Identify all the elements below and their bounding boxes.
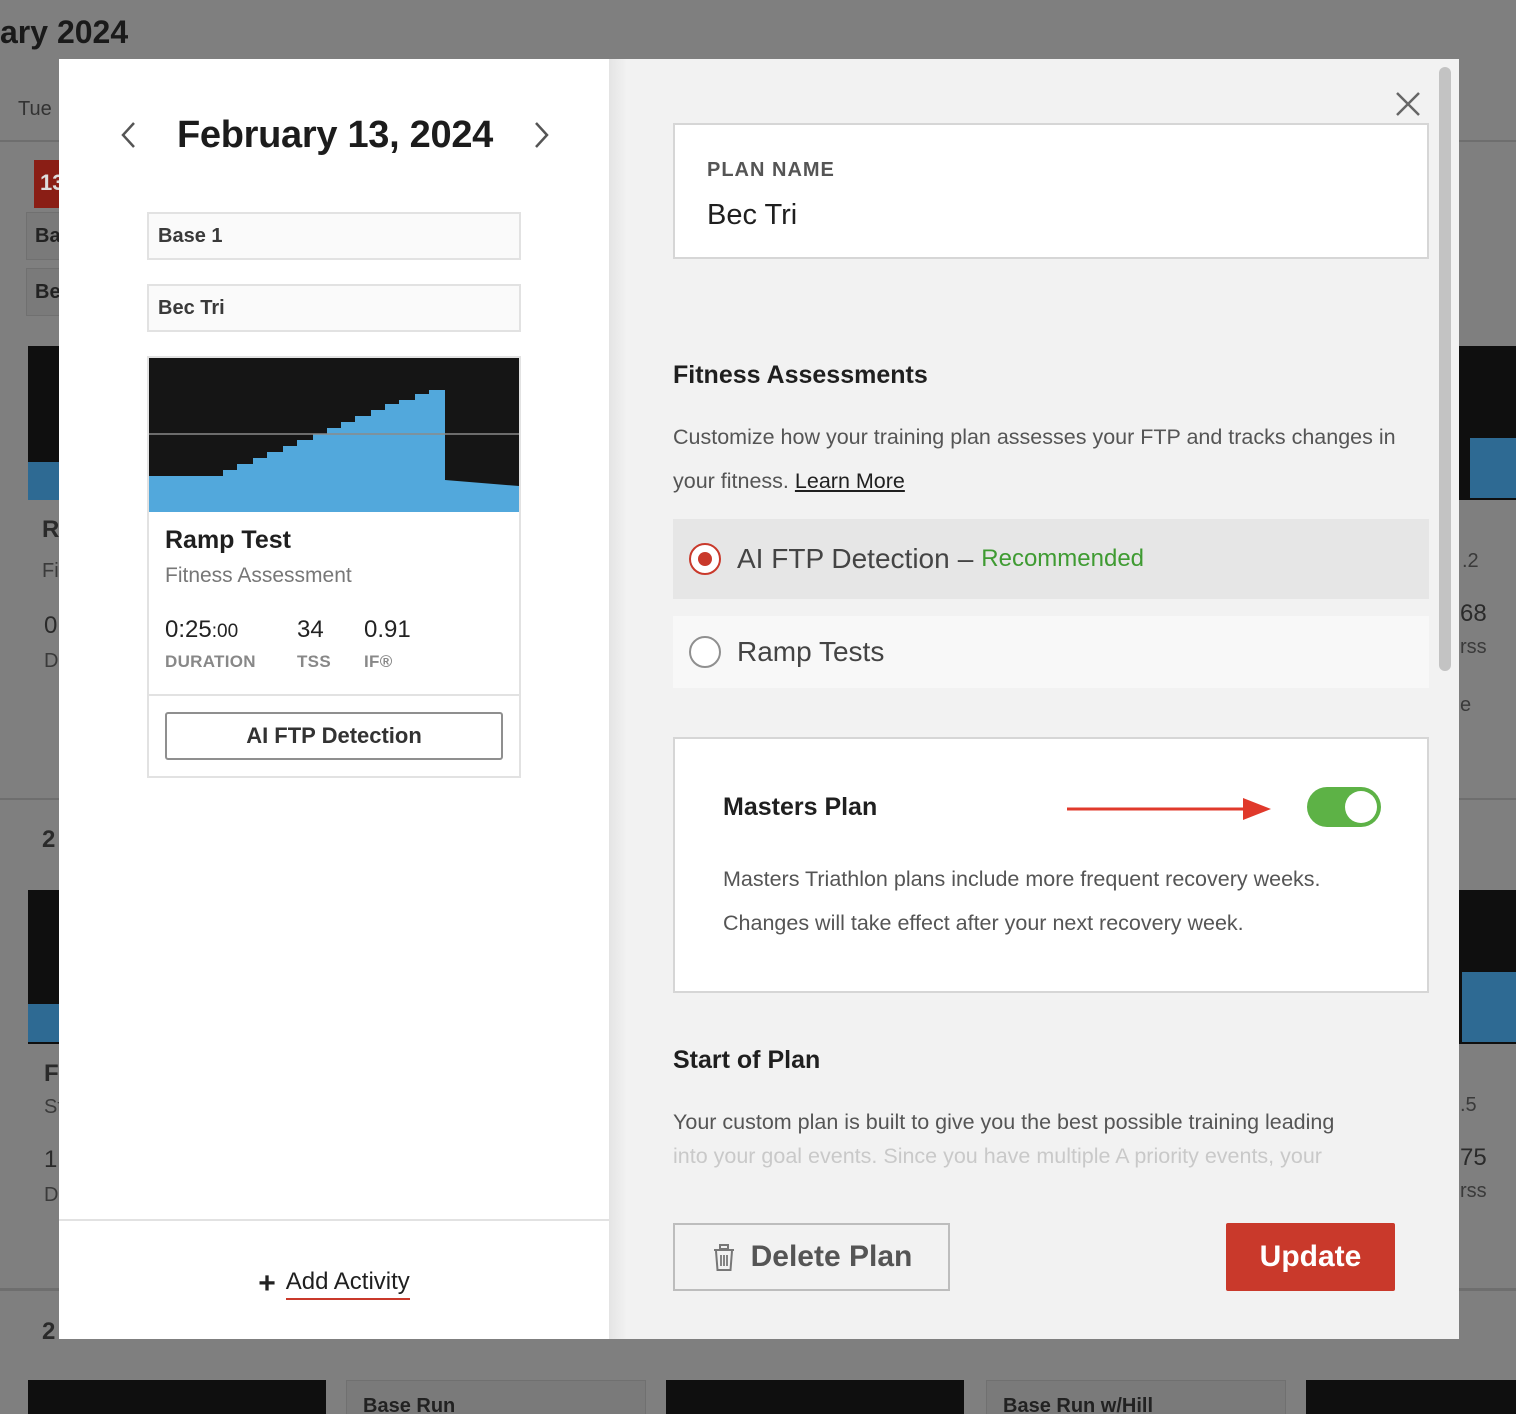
radio-selected[interactable] (689, 543, 721, 575)
fitness-assessments-title: Fitness Assessments (673, 361, 928, 389)
plus-icon: + (258, 1267, 276, 1300)
masters-plan-title: Masters Plan (723, 793, 878, 821)
stat-tss: 34 TSS (297, 616, 331, 672)
calendar-day-header: Tue (18, 98, 52, 120)
calendar-text: F (44, 1060, 59, 1087)
radio-unselected[interactable] (689, 636, 721, 668)
workout-type: Fitness Assessment (165, 564, 352, 587)
plan-name-field[interactable]: PLAN NAME Bec Tri (673, 123, 1429, 259)
stat-duration: 0:25:00 DURATION (165, 616, 256, 672)
calendar-text: rss (1460, 636, 1487, 658)
phase-tag[interactable]: Base 1 (147, 212, 521, 260)
learn-more-link[interactable]: Learn More (795, 469, 905, 493)
calendar-text: .2 (1462, 550, 1479, 572)
selected-date-title: February 13, 2024 (177, 113, 493, 156)
plan-settings-modal: February 13, 2024 Base 1 Bec Tri Ramp Te… (59, 59, 1459, 1339)
chevron-left-icon (121, 122, 135, 148)
scrollbar[interactable] (1439, 67, 1451, 671)
fitness-assessments-description: Customize how your training plan assesse… (673, 425, 1396, 493)
calendar-text: 0 (44, 612, 58, 639)
scrollbar-thumb[interactable] (1439, 67, 1451, 671)
arrow-right-icon (1067, 798, 1271, 820)
calendar-text: rss (1460, 1180, 1487, 1202)
workout-profile-graph (149, 358, 519, 512)
panel-shadow (609, 59, 627, 1339)
calendar-text: 2 (42, 826, 56, 853)
option-label: AI FTP Detection (737, 543, 950, 574)
calendar-workout-graph-fill (1462, 972, 1516, 1042)
masters-plan-description: Masters Triathlon plans include more fre… (723, 867, 1321, 935)
plan-name-value[interactable]: Bec Tri (707, 199, 797, 232)
toggle-knob (1345, 791, 1377, 823)
add-activity-button[interactable]: + Add Activity (258, 1260, 410, 1300)
stat-if-label: IF® (364, 652, 393, 671)
option-ramp-tests[interactable]: Ramp Tests (673, 616, 1429, 688)
card-divider (149, 694, 519, 696)
option-separator: – (957, 543, 974, 574)
masters-plan-card: Masters Plan Masters Triathlon plans inc… (673, 737, 1429, 993)
close-icon (1396, 92, 1420, 116)
option-ai-ftp-detection[interactable]: AI FTP Detection – Recommended (673, 519, 1429, 599)
calendar-text: 2 (42, 1318, 56, 1345)
plan-tag[interactable]: Bec Tri (147, 284, 521, 332)
start-of-plan-description: Your custom plan is built to give you th… (673, 1110, 1335, 1134)
calendar-text: 68 (1460, 600, 1487, 627)
close-button[interactable] (1393, 89, 1423, 119)
day-detail-panel: February 13, 2024 Base 1 Bec Tri Ramp Te… (59, 59, 609, 1339)
calendar-text: Fi (42, 560, 59, 582)
masters-plan-toggle[interactable] (1307, 787, 1381, 827)
stat-duration-value: 0:25:00 (165, 616, 239, 643)
update-button[interactable]: Update (1226, 1223, 1395, 1291)
calendar-workout-graph (28, 1380, 326, 1414)
calendar-text: e (1460, 694, 1472, 716)
plan-name-label: PLAN NAME (707, 159, 835, 181)
left-panel-footer: + Add Activity (59, 1219, 609, 1339)
option-label: Ramp Tests (737, 636, 885, 667)
start-of-plan-description-faded: into your goal events. Since you have mu… (673, 1144, 1322, 1168)
add-activity-label: Add Activity (285, 1268, 410, 1300)
recommended-badge: Recommended (981, 545, 1145, 572)
calendar-text: R (42, 516, 60, 543)
next-day-button[interactable] (527, 117, 555, 153)
workout-card[interactable]: Ramp Test Fitness Assessment 0:25:00 DUR… (147, 356, 521, 778)
previous-day-button[interactable] (115, 117, 143, 153)
stat-tss-value: 34 (297, 616, 324, 643)
stat-if-value: 0.91 (364, 616, 411, 643)
calendar-workout-graph (666, 1380, 964, 1414)
today-badge: 13 (34, 160, 64, 208)
calendar-text: .5 (1460, 1094, 1477, 1116)
delete-plan-label: Delete Plan (750, 1240, 913, 1273)
ai-ftp-detection-button[interactable]: AI FTP Detection (165, 712, 503, 760)
calendar-workout-graph (1306, 1380, 1516, 1414)
calendar-workout-card[interactable]: Base Run w/Hill (986, 1380, 1286, 1414)
stat-tss-label: TSS (297, 652, 331, 671)
chevron-right-icon (535, 122, 549, 148)
date-navigation: February 13, 2024 (115, 107, 555, 163)
calendar-workout-graph-fill (1470, 438, 1516, 498)
calendar-text: D (44, 1184, 59, 1206)
calendar-workout-card[interactable]: Base Run (346, 1380, 646, 1414)
delete-plan-button[interactable]: Delete Plan (673, 1223, 950, 1291)
calendar-text: 75 (1460, 1144, 1487, 1171)
start-of-plan-title: Start of Plan (673, 1046, 821, 1074)
trash-icon (713, 1244, 734, 1271)
plan-settings-panel: PLAN NAME Bec Tri Fitness Assessments Cu… (609, 59, 1459, 1339)
calendar-text: D (44, 650, 59, 672)
stat-duration-label: DURATION (165, 652, 256, 671)
workout-name: Ramp Test (165, 526, 291, 554)
stat-if: 0.91 IF® (364, 616, 411, 672)
calendar-month-title: ary 2024 (0, 14, 129, 50)
